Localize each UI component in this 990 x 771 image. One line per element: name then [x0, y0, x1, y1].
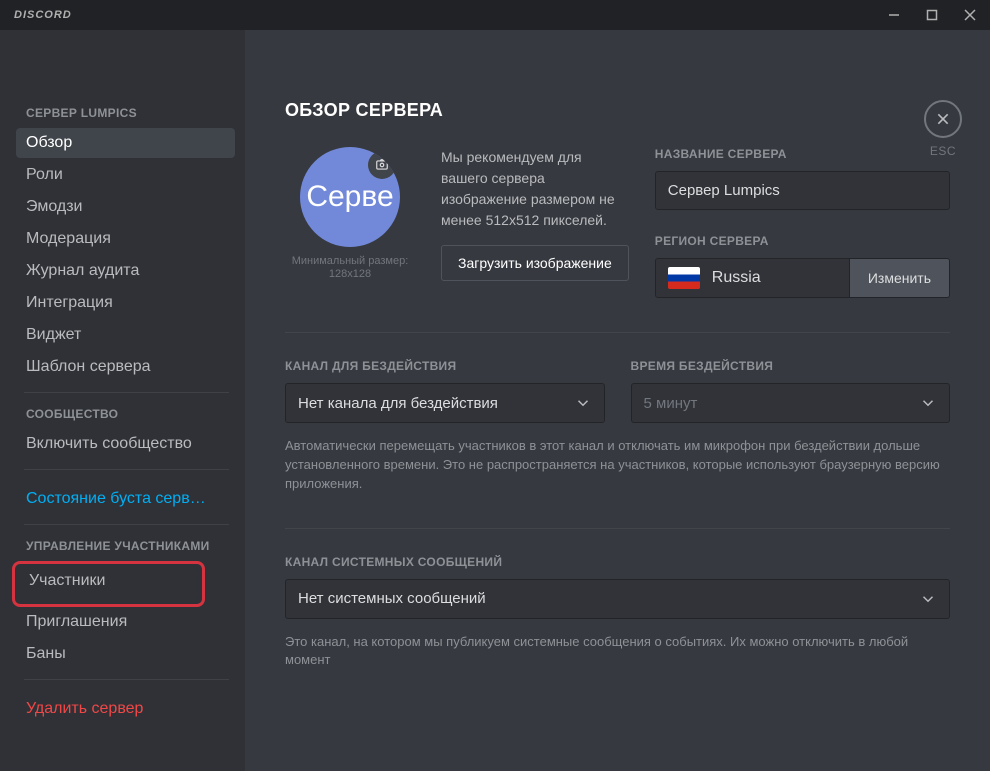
- sidebar-item-widget[interactable]: Виджет: [16, 320, 235, 350]
- afk-channel-col: КАНАЛ ДЛЯ БЕЗДЕЙСТВИЯ Нет канала для без…: [285, 359, 605, 423]
- content-divider: [285, 332, 950, 333]
- server-avatar[interactable]: Серве: [300, 147, 400, 247]
- avatar-reco-text: Мы рекомендуем для вашего сервера изобра…: [441, 147, 621, 231]
- sidebar-separator: [24, 679, 229, 680]
- app-name: DISCORD: [14, 9, 72, 21]
- upload-image-icon[interactable]: [368, 151, 396, 179]
- sidebar-item-delete-server[interactable]: Удалить сервер: [16, 694, 235, 724]
- server-avatar-block: Серве Минимальный размер: 128х128: [285, 147, 415, 298]
- chevron-down-icon: [919, 590, 937, 608]
- sidebar-item-roles[interactable]: Роли: [16, 160, 235, 190]
- settings-body: СЕРВЕР LUMPICS Обзор Роли Эмодзи Модерац…: [0, 30, 990, 771]
- sidebar-item-boost-status[interactable]: Состояние буста серв…: [16, 484, 235, 514]
- close-window-button[interactable]: [958, 3, 982, 27]
- server-region-label: РЕГИОН СЕРВЕРА: [655, 234, 950, 248]
- sidebar-item-overview[interactable]: Обзор: [16, 128, 235, 158]
- esc-label: ESC: [930, 144, 956, 158]
- sidebar-separator: [24, 469, 229, 470]
- afk-row: КАНАЛ ДЛЯ БЕЗДЕЙСТВИЯ Нет канала для без…: [285, 359, 950, 423]
- afk-timeout-select[interactable]: 5 минут: [631, 383, 951, 423]
- sidebar-highlight: Участники: [12, 561, 205, 607]
- afk-timeout-label: ВРЕМЯ БЕЗДЕЙСТВИЯ: [631, 359, 951, 373]
- system-channel-help-text: Это канал, на котором мы публикуем систе…: [285, 633, 950, 671]
- app-window: DISCORD СЕРВЕР LUMPICS Обзор Роли Эмодзи…: [0, 0, 990, 771]
- afk-timeout-value: 5 минут: [644, 395, 698, 412]
- upload-image-button[interactable]: Загрузить изображение: [441, 245, 629, 281]
- afk-channel-value: Нет канала для бездействия: [298, 395, 498, 412]
- page-title: ОБЗОР СЕРВЕРА: [285, 100, 950, 121]
- minimize-button[interactable]: [882, 3, 906, 27]
- server-avatar-text: Серве: [306, 180, 393, 214]
- system-channel-label: КАНАЛ СИСТЕМНЫХ СООБЩЕНИЙ: [285, 555, 950, 569]
- titlebar: DISCORD: [0, 0, 990, 30]
- chevron-down-icon: [574, 394, 592, 412]
- server-region-row: Russia Изменить: [655, 258, 950, 298]
- sidebar-item-invites[interactable]: Приглашения: [16, 607, 235, 637]
- maximize-button[interactable]: [920, 3, 944, 27]
- sidebar-item-audit[interactable]: Журнал аудита: [16, 256, 235, 286]
- afk-timeout-col: ВРЕМЯ БЕЗДЕЙСТВИЯ 5 минут: [631, 359, 951, 423]
- sidebar-separator: [24, 524, 229, 525]
- sidebar-community-header: СООБЩЕСТВО: [26, 407, 235, 421]
- server-region-value: Russia: [655, 258, 850, 298]
- sidebar-members-header: УПРАВЛЕНИЕ УЧАСТНИКАМИ: [26, 539, 235, 553]
- sidebar-item-members[interactable]: Участники: [19, 566, 196, 596]
- window-controls: [882, 3, 982, 27]
- sidebar-server-label: СЕРВЕР LUMPICS: [26, 106, 235, 120]
- sidebar-item-integration[interactable]: Интеграция: [16, 288, 235, 318]
- settings-sidebar: СЕРВЕР LUMPICS Обзор Роли Эмодзи Модерац…: [0, 30, 245, 771]
- settings-content: ОБЗОР СЕРВЕРА Серве Минимальный размер: …: [245, 30, 990, 771]
- sidebar-item-enable-community[interactable]: Включить сообщество: [16, 429, 235, 459]
- sidebar-separator: [24, 392, 229, 393]
- close-settings-wrap: ESC: [924, 100, 962, 158]
- afk-help-text: Автоматически перемещать участников в эт…: [285, 437, 950, 494]
- afk-channel-select[interactable]: Нет канала для бездействия: [285, 383, 605, 423]
- change-region-button[interactable]: Изменить: [850, 258, 950, 298]
- russia-flag-icon: [668, 267, 700, 289]
- afk-channel-label: КАНАЛ ДЛЯ БЕЗДЕЙСТВИЯ: [285, 359, 605, 373]
- server-name-label: НАЗВАНИЕ СЕРВЕРА: [655, 147, 950, 161]
- region-name: Russia: [712, 269, 761, 287]
- system-channel-select[interactable]: Нет системных сообщений: [285, 579, 950, 619]
- sidebar-item-template[interactable]: Шаблон сервера: [16, 352, 235, 382]
- server-name-input[interactable]: [655, 171, 950, 210]
- upload-reco-block: Мы рекомендуем для вашего сервера изобра…: [441, 147, 629, 298]
- system-channel-value: Нет системных сообщений: [298, 590, 486, 607]
- overview-top-row: Серве Минимальный размер: 128х128 Мы рек…: [285, 147, 950, 298]
- content-divider: [285, 528, 950, 529]
- close-settings-button[interactable]: [924, 100, 962, 138]
- sidebar-item-emoji[interactable]: Эмодзи: [16, 192, 235, 222]
- sidebar-item-bans[interactable]: Баны: [16, 639, 235, 669]
- sidebar-item-moderation[interactable]: Модерация: [16, 224, 235, 254]
- server-name-region-col: НАЗВАНИЕ СЕРВЕРА РЕГИОН СЕРВЕРА Russia И…: [655, 147, 950, 298]
- avatar-min-size-hint: Минимальный размер: 128х128: [285, 255, 415, 281]
- chevron-down-icon: [919, 394, 937, 412]
